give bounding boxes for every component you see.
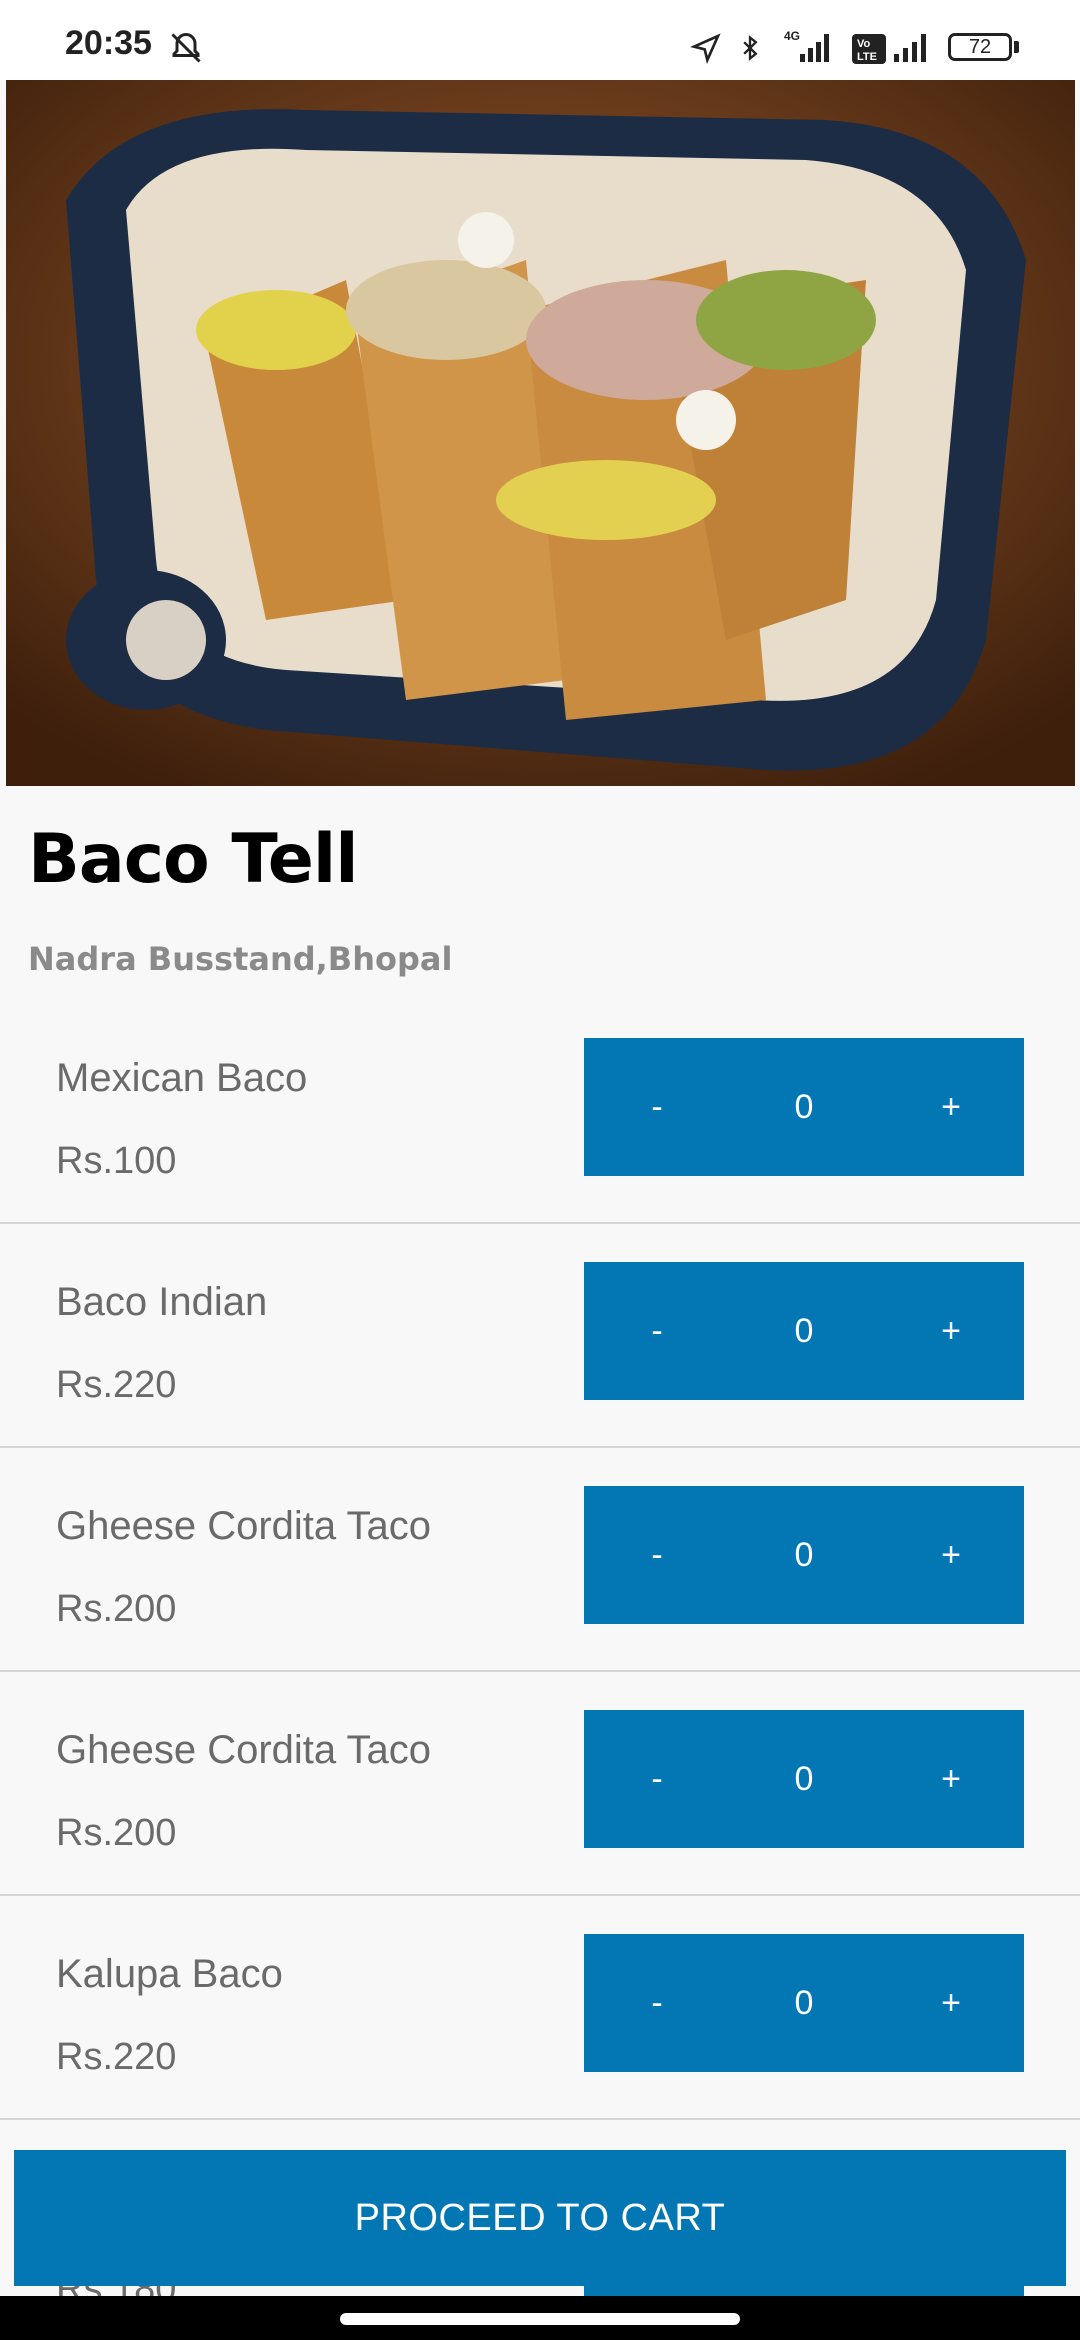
proceed-to-cart-button[interactable]: PROCEED TO CART: [14, 2150, 1066, 2286]
increment-button[interactable]: +: [878, 1088, 1024, 1127]
signal-icon: [894, 34, 926, 62]
menu-item: Kalupa Baco Rs.220 - 0 +: [0, 1896, 1080, 2120]
restaurant-name: Baco Tell: [28, 820, 359, 899]
quantity-stepper: - 0 +: [584, 1262, 1024, 1400]
battery-level: 72: [968, 36, 992, 58]
item-name: Gheese Cordita Taco: [56, 1728, 432, 1772]
quantity-value: 0: [794, 1535, 814, 1574]
item-price: Rs.200: [56, 1812, 177, 1854]
item-price: Rs.220: [56, 1364, 177, 1406]
quantity-stepper: - 0 +: [584, 1486, 1024, 1624]
volte-icon: Vo LTE: [852, 34, 886, 64]
item-name: Gheese Cordita Taco: [56, 1504, 432, 1548]
item-name: Baco Indian: [56, 1280, 268, 1324]
increment-button[interactable]: +: [878, 1984, 1024, 2023]
increment-button[interactable]: +: [878, 1760, 1024, 1799]
food-photo: [6, 80, 1075, 786]
item-price: Rs.220: [56, 2036, 177, 2078]
restaurant-hero-image: [6, 80, 1075, 786]
quantity-value: 0: [794, 1087, 814, 1126]
menu-item: Mexican Baco Rs.100 - 0 +: [0, 1000, 1080, 1224]
battery-tip: [1014, 41, 1019, 53]
item-name: Mexican Baco: [56, 1056, 308, 1100]
bluetooth-icon: [743, 35, 758, 61]
svg-text:LTE: LTE: [857, 51, 877, 63]
decrement-button[interactable]: -: [584, 1088, 730, 1127]
decrement-button[interactable]: -: [584, 1984, 730, 2023]
item-price: Rs.100: [56, 1140, 177, 1182]
home-indicator[interactable]: [340, 2313, 740, 2325]
menu-item: Gheese Cordita Taco Rs.200 - 0 +: [0, 1448, 1080, 1672]
battery-icon: 72: [948, 33, 1012, 61]
quantity-stepper: - 0 +: [584, 1710, 1024, 1848]
quantity-stepper: - 0 +: [584, 1038, 1024, 1176]
svg-text:Vo: Vo: [857, 38, 871, 50]
quantity-stepper: - 0 +: [584, 1934, 1024, 2072]
menu-item: Gheese Cordita Taco Rs.200 - 0 +: [0, 1672, 1080, 1896]
silent-mode-icon: [171, 32, 201, 63]
increment-button[interactable]: +: [878, 1312, 1024, 1351]
increment-button[interactable]: +: [878, 1536, 1024, 1575]
restaurant-location: Nadra Busstand,Bhopal: [28, 940, 453, 978]
quantity-value: 0: [794, 1983, 814, 2022]
decrement-button[interactable]: -: [584, 1536, 730, 1575]
item-name: Kalupa Baco: [56, 1952, 283, 1996]
decrement-button[interactable]: -: [584, 1760, 730, 1799]
location-icon: [690, 33, 721, 64]
menu-item: Baco Indian Rs.220 - 0 +: [0, 1224, 1080, 1448]
status-bar: 20:35 4G Vo LTE 72: [0, 0, 1080, 80]
4g-signal-icon: 4G: [784, 29, 829, 62]
quantity-value: 0: [794, 1311, 814, 1350]
status-time: 20:35: [65, 24, 152, 62]
svg-text:4G: 4G: [784, 29, 800, 43]
item-price: Rs.200: [56, 1588, 177, 1630]
quantity-value: 0: [794, 1759, 814, 1798]
decrement-button[interactable]: -: [584, 1312, 730, 1351]
